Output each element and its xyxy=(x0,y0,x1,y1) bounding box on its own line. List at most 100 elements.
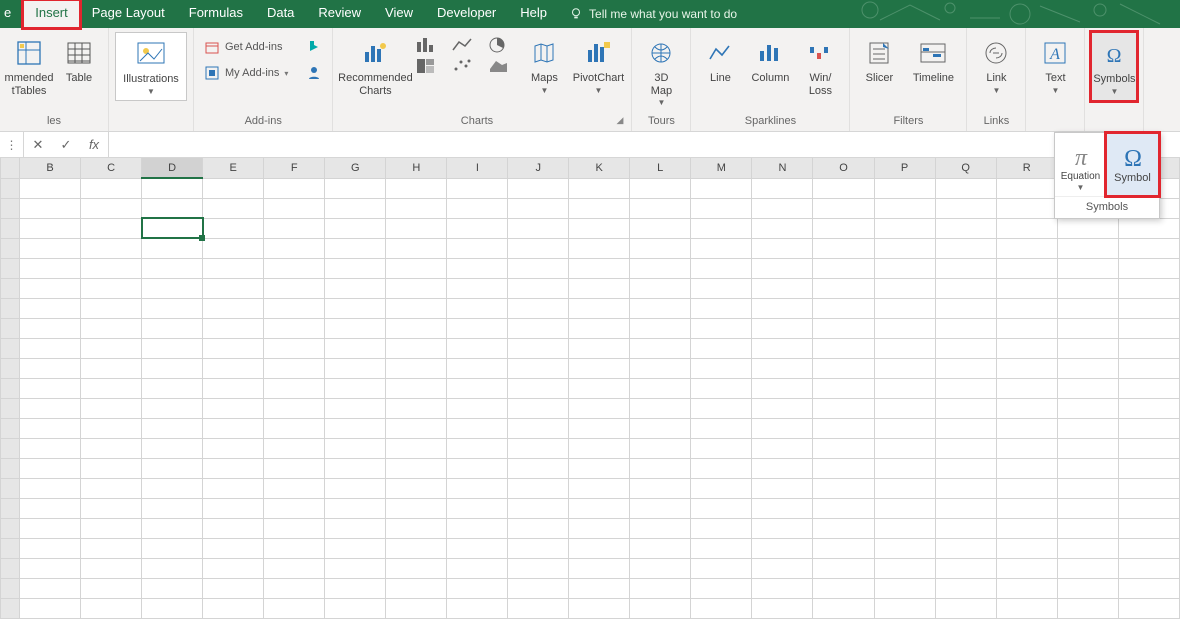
cell[interactable] xyxy=(874,238,935,258)
cell[interactable] xyxy=(81,398,142,418)
symbols-button[interactable]: Ω Symbols ▼ xyxy=(1091,32,1137,101)
cell[interactable] xyxy=(935,358,996,378)
cell[interactable] xyxy=(264,338,325,358)
cell[interactable] xyxy=(813,318,874,338)
cell[interactable] xyxy=(508,578,569,598)
cell[interactable] xyxy=(142,458,203,478)
row-header[interactable] xyxy=(1,598,20,618)
cell[interactable] xyxy=(813,198,874,218)
line-chart-icon[interactable] xyxy=(451,36,481,54)
cell[interactable] xyxy=(386,498,447,518)
cell[interactable] xyxy=(81,478,142,498)
cell[interactable] xyxy=(813,298,874,318)
sparkline-line-button[interactable]: Line xyxy=(697,32,743,89)
cell[interactable] xyxy=(142,438,203,458)
cell[interactable] xyxy=(264,398,325,418)
tab-data[interactable]: Data xyxy=(255,0,306,28)
cell[interactable] xyxy=(386,258,447,278)
cell[interactable] xyxy=(996,438,1057,458)
cell[interactable] xyxy=(813,278,874,298)
cell[interactable] xyxy=(935,438,996,458)
cell[interactable] xyxy=(142,538,203,558)
cell[interactable] xyxy=(325,398,386,418)
cell[interactable] xyxy=(691,178,752,198)
cell[interactable] xyxy=(203,178,264,198)
cell[interactable] xyxy=(325,358,386,378)
cell[interactable] xyxy=(325,538,386,558)
cell[interactable] xyxy=(1118,458,1179,478)
cell[interactable] xyxy=(691,378,752,398)
maps-button[interactable]: Maps ▼ xyxy=(521,32,567,99)
cell[interactable] xyxy=(752,178,813,198)
cell[interactable] xyxy=(447,498,508,518)
cell[interactable] xyxy=(264,278,325,298)
cell[interactable] xyxy=(813,478,874,498)
cell[interactable] xyxy=(996,518,1057,538)
cell[interactable] xyxy=(325,418,386,438)
cell[interactable] xyxy=(813,358,874,378)
cell[interactable] xyxy=(935,578,996,598)
cell[interactable] xyxy=(874,198,935,218)
enter-formula-button[interactable]: ✓ xyxy=(52,137,80,153)
cell[interactable] xyxy=(19,298,80,318)
tab-help[interactable]: Help xyxy=(508,0,559,28)
cell[interactable] xyxy=(691,218,752,238)
cell[interactable] xyxy=(569,358,630,378)
cell[interactable] xyxy=(935,198,996,218)
cell[interactable] xyxy=(874,598,935,618)
cell[interactable] xyxy=(264,558,325,578)
cell[interactable] xyxy=(813,398,874,418)
tab-formulas[interactable]: Formulas xyxy=(177,0,255,28)
cell[interactable] xyxy=(874,218,935,238)
cell[interactable] xyxy=(874,258,935,278)
cell[interactable] xyxy=(1057,438,1118,458)
cell[interactable] xyxy=(264,518,325,538)
cell[interactable] xyxy=(1057,258,1118,278)
row-header[interactable] xyxy=(1,578,20,598)
cell[interactable] xyxy=(325,558,386,578)
cell[interactable] xyxy=(386,478,447,498)
row-header[interactable] xyxy=(1,498,20,518)
cell[interactable] xyxy=(630,318,691,338)
cell[interactable] xyxy=(386,338,447,358)
slicer-button[interactable]: Slicer xyxy=(856,32,902,89)
surface-chart-icon[interactable] xyxy=(487,57,517,75)
cell[interactable] xyxy=(752,278,813,298)
cell[interactable] xyxy=(874,558,935,578)
table-button[interactable]: Table xyxy=(56,32,102,89)
cell[interactable] xyxy=(447,278,508,298)
illustrations-button[interactable]: Illustrations ▼ xyxy=(115,32,187,101)
cell[interactable] xyxy=(447,418,508,438)
cell[interactable] xyxy=(19,338,80,358)
cell[interactable] xyxy=(630,198,691,218)
cell[interactable] xyxy=(935,218,996,238)
cell[interactable] xyxy=(874,398,935,418)
cell[interactable] xyxy=(996,258,1057,278)
cell[interactable] xyxy=(447,398,508,418)
cell[interactable] xyxy=(691,518,752,538)
cell[interactable] xyxy=(1118,418,1179,438)
column-header[interactable]: D xyxy=(142,158,203,178)
cell[interactable] xyxy=(19,598,80,618)
tab-review[interactable]: Review xyxy=(306,0,373,28)
cell[interactable] xyxy=(1057,478,1118,498)
cell[interactable] xyxy=(19,258,80,278)
cell[interactable] xyxy=(569,458,630,478)
cell[interactable] xyxy=(447,338,508,358)
cell[interactable] xyxy=(569,438,630,458)
cell[interactable] xyxy=(1057,598,1118,618)
cell[interactable] xyxy=(752,598,813,618)
cell[interactable] xyxy=(386,578,447,598)
cell[interactable] xyxy=(81,518,142,538)
cell[interactable] xyxy=(19,358,80,378)
cell[interactable] xyxy=(935,258,996,278)
cell[interactable] xyxy=(1118,558,1179,578)
cell[interactable] xyxy=(1118,218,1179,238)
cell[interactable] xyxy=(569,538,630,558)
cell[interactable] xyxy=(81,258,142,278)
cell[interactable] xyxy=(447,458,508,478)
cell[interactable] xyxy=(447,478,508,498)
cell[interactable] xyxy=(1118,398,1179,418)
cell[interactable] xyxy=(752,378,813,398)
cell[interactable] xyxy=(203,238,264,258)
